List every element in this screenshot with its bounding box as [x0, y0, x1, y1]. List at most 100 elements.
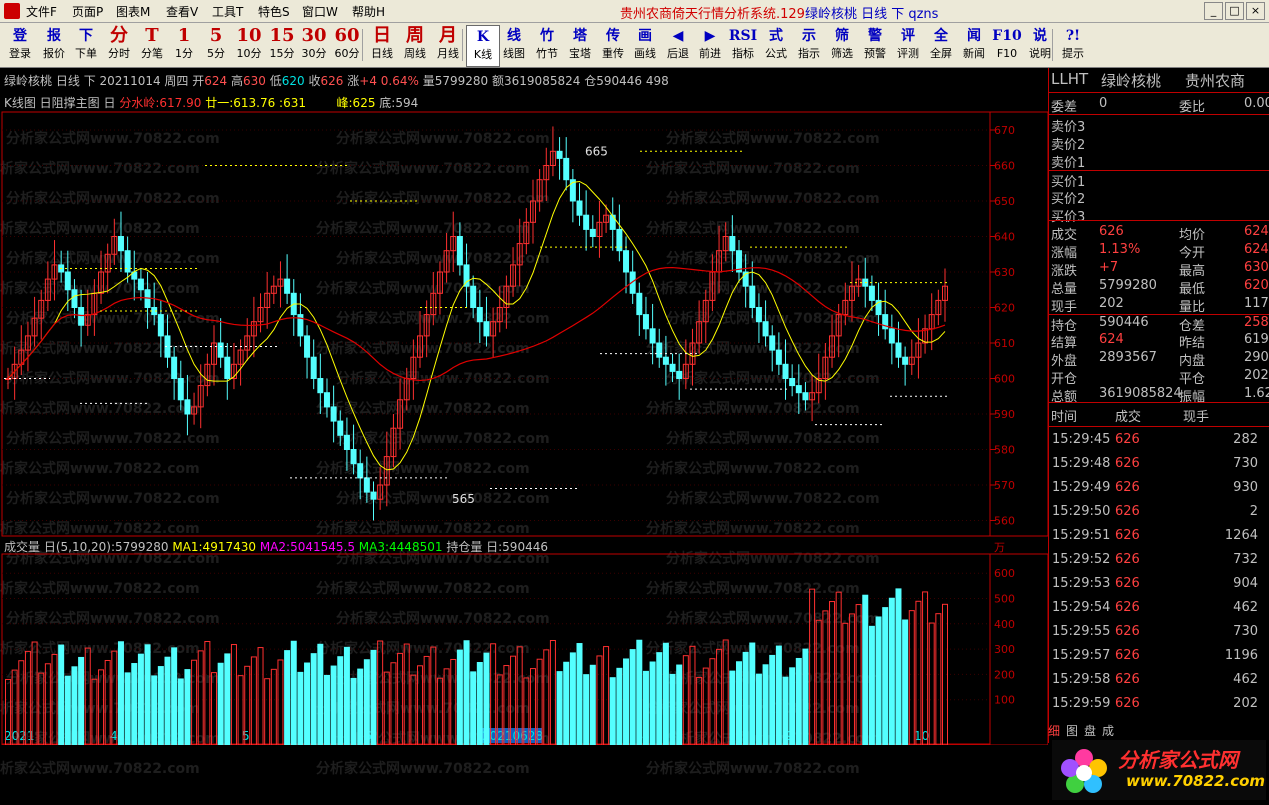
toolbar-label: 提示 [1062, 47, 1084, 60]
toolbar-button-32[interactable]: ?! 提示 [1057, 25, 1089, 65]
toolbar-button-23[interactable]: 式公式 [760, 25, 792, 65]
toolbar-button-18[interactable]: 传重传 [597, 25, 629, 65]
toolbar-label: 30分 [301, 47, 327, 60]
volume-bar [230, 644, 237, 745]
candle-body [888, 328, 895, 344]
volume-bar [782, 676, 789, 745]
menu-window[interactable]: 窗口W [302, 3, 338, 20]
toolbar-button-25[interactable]: 筛筛选 [826, 25, 858, 65]
toolbar-button-15[interactable]: 线线图 [498, 25, 530, 65]
volume-bar [676, 664, 683, 745]
volume-bar [350, 677, 357, 745]
toolbar-button-20[interactable]: ◀ 后退 [662, 25, 694, 65]
menu-chart[interactable]: 图表M [116, 3, 150, 20]
toolbar-button-17[interactable]: 塔宝塔 [564, 25, 596, 65]
volume-axis-label: 600 [994, 567, 1015, 580]
candle-body [224, 356, 231, 380]
window-controls: _ □ × [1202, 2, 1265, 20]
volume-bar [882, 607, 889, 745]
tab-chart[interactable]: 图 [1066, 724, 1078, 738]
kline-chart[interactable]: 670 660 650 640 630 620 610 600 590 580 570 560 万 600… [0, 68, 1048, 745]
toolbar-button-11[interactable]: 日日线 [366, 25, 398, 65]
tab-book[interactable]: 盘 [1084, 724, 1096, 738]
menu-help[interactable]: 帮助H [352, 3, 385, 20]
toolbar-button-28[interactable]: 全全屏 [925, 25, 957, 65]
volume-bar [297, 671, 304, 745]
toolbar-button-13[interactable]: 月月线 [432, 25, 464, 65]
close-button[interactable]: × [1246, 2, 1265, 20]
toolbar-button-19[interactable]: 画画线 [629, 25, 661, 65]
toolbar-button-30[interactable]: F10 F10 [991, 25, 1023, 65]
toolbar-button-3[interactable]: 分分时 [103, 25, 135, 65]
volume-bar [609, 677, 616, 745]
toolbar-button-4[interactable]: T 分笔 [136, 25, 168, 65]
toolbar-button-22[interactable]: RSI 指标 [727, 25, 759, 65]
candle-body [284, 278, 291, 294]
candle-body [729, 236, 736, 252]
volume-bar [443, 668, 450, 745]
stat-row: 成交 626 均价 624 [1051, 224, 1269, 243]
toolbar-button-27[interactable]: 评评测 [892, 25, 924, 65]
toolbar-button-8[interactable]: 15 15分 [266, 25, 298, 65]
toolbar-icon: 评 [901, 28, 915, 44]
app-logo-icon [4, 3, 20, 19]
volume-bar [357, 668, 364, 745]
menu-view[interactable]: 查看V [166, 3, 198, 20]
tab-trades[interactable]: 成 [1102, 724, 1114, 738]
minimize-button[interactable]: _ [1204, 2, 1223, 20]
tick-row: 15:29:58 626 462 [1052, 672, 1258, 687]
volume-bar [64, 675, 71, 745]
volume-bar [875, 616, 882, 745]
toolbar-button-29[interactable]: 闻新闻 [958, 25, 990, 65]
volume-bar [403, 643, 410, 745]
toolbar-button-9[interactable]: 30 30分 [298, 25, 330, 65]
toolbar-icon: 线 [507, 28, 521, 44]
date-axis-label: 20210628 [482, 729, 543, 743]
volume-bar [204, 641, 211, 745]
volume-bar [284, 650, 291, 745]
toolbar-button-21[interactable]: ▶ 前进 [694, 25, 726, 65]
tab-detail[interactable]: 细 [1048, 724, 1060, 738]
toolbar-button-1[interactable]: 报报价 [38, 25, 70, 65]
volume-bar [317, 643, 324, 745]
toolbar-label: 前进 [699, 47, 721, 60]
volume-bar [377, 640, 384, 745]
toolbar-label: 60分 [334, 47, 360, 60]
toolbar-label: F10 [996, 47, 1018, 60]
volume-bar [795, 657, 802, 745]
bid-row: 买价2 [1051, 192, 1086, 207]
volume-indicator-name[interactable]: 成交量 日(5,10,20) [4, 540, 111, 554]
candle-body [470, 285, 477, 308]
tick-row: 15:29:49 626 930 [1052, 480, 1258, 495]
toolbar-button-24[interactable]: 示指示 [793, 25, 825, 65]
toolbar-button-7[interactable]: 10 10分 [233, 25, 265, 65]
candle-body [330, 406, 337, 422]
volume-bar [749, 642, 756, 745]
maximize-button[interactable]: □ [1225, 2, 1244, 20]
ask-row: 卖价1 [1051, 156, 1086, 171]
price-axis-label: 620 [994, 302, 1015, 315]
candle-body [350, 449, 357, 465]
menu-page[interactable]: 页面P [72, 3, 103, 20]
volume-bar [417, 665, 424, 745]
volume-bar [616, 667, 623, 745]
volume-bar [430, 646, 437, 745]
toolbar-label: 宝塔 [569, 47, 591, 60]
toolbar-button-6[interactable]: 5 5分 [200, 25, 232, 65]
toolbar-button-2[interactable]: 下下单 [70, 25, 102, 65]
toolbar-button-16[interactable]: 竹竹节 [531, 25, 563, 65]
toolbar-button-5[interactable]: 1 1分 [168, 25, 200, 65]
toolbar-button-14[interactable]: K K线 [466, 25, 500, 67]
menu-tools[interactable]: 工具T [212, 3, 243, 20]
candle-body [556, 150, 563, 159]
toolbar-button-0[interactable]: 登登录 [4, 25, 36, 65]
volume-bar [623, 658, 630, 745]
menu-special[interactable]: 特色S [258, 3, 290, 20]
menu-file[interactable]: 文件F [26, 3, 57, 20]
toolbar-button-10[interactable]: 60 60分 [331, 25, 363, 65]
volume-bar [908, 610, 915, 745]
toolbar-label: 周线 [404, 47, 426, 60]
volume-bar [91, 678, 98, 745]
toolbar-button-12[interactable]: 周周线 [399, 25, 431, 65]
toolbar-button-26[interactable]: 警预警 [859, 25, 891, 65]
